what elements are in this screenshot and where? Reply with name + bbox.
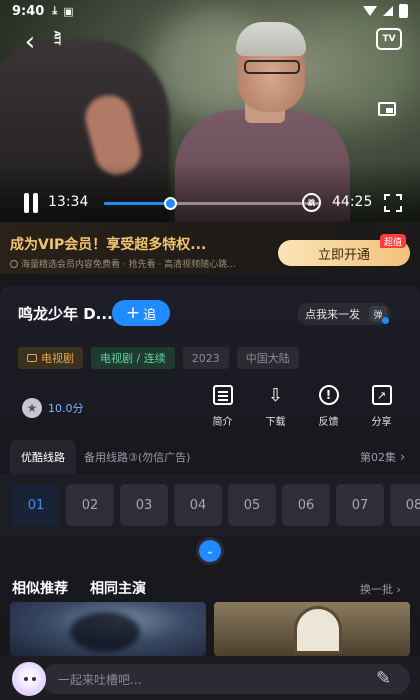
vip-title: 成为VIP会员！享受超多特权...	[10, 237, 207, 253]
share-icon: ↗	[371, 385, 392, 405]
episode-07[interactable]: 07	[336, 484, 384, 526]
gallery-icon: ▣	[63, 4, 74, 18]
tab-similar[interactable]: 相似推荐	[12, 578, 68, 598]
vip-badge: 超值	[380, 234, 407, 248]
chevron-right-icon: ›	[396, 583, 401, 596]
episode-04[interactable]: 04	[174, 484, 222, 526]
exclamation-icon: !	[318, 385, 339, 405]
show-title: 鸣龙少年 D...	[18, 305, 113, 323]
pause-button[interactable]	[22, 193, 40, 213]
episode-08[interactable]: 08	[390, 484, 420, 526]
tag-year: 2023	[182, 347, 229, 369]
avatar[interactable]	[12, 662, 46, 696]
vip-subtitle: 海量精选会员内容免费看 · 抢先看 · 高清视频随心跳...	[10, 257, 236, 270]
status-bar: 9:40 ⤓ ▣	[0, 0, 420, 22]
current-time: 13:34	[48, 194, 89, 210]
signal-icon	[383, 6, 393, 16]
episode-selector[interactable]: 第02集 ›	[360, 440, 405, 474]
follow-button[interactable]: + 追	[112, 300, 170, 326]
tag-genre[interactable]: 电视剧 / 连续	[91, 347, 175, 369]
plus-icon: +	[125, 302, 141, 323]
danmu-button[interactable]: 点我来一发 弹	[297, 303, 391, 325]
video-player[interactable]	[0, 0, 420, 222]
intro-button[interactable]: 简介	[196, 385, 249, 428]
wifi-icon	[363, 6, 377, 16]
recommend-thumbnail[interactable]	[10, 602, 206, 656]
star-icon: ★	[22, 398, 42, 418]
tag-list: 电视剧 电视剧 / 连续 2023 中国大陆	[18, 347, 299, 369]
clock-icon	[10, 260, 18, 268]
tag-region: 中国大陆	[236, 347, 299, 369]
share-button[interactable]: ↗ 分享	[355, 385, 408, 428]
danmu-icon[interactable]: 弹	[369, 306, 389, 324]
episode-06[interactable]: 06	[282, 484, 330, 526]
feedback-button[interactable]: ! 反馈	[302, 385, 355, 428]
chevron-right-icon: ›	[400, 449, 406, 465]
back-button[interactable]: ‹	[18, 29, 42, 55]
cloud-download-icon: ⇩	[267, 384, 284, 406]
cast-tv-button[interactable]: TV	[376, 28, 402, 50]
battery-icon	[399, 4, 408, 18]
status-time: 9:40	[12, 3, 45, 19]
tab-same-cast[interactable]: 相同主演	[90, 578, 146, 598]
progress-knob[interactable]	[163, 197, 177, 210]
tab-youku-line[interactable]: 优酷线路	[10, 440, 76, 474]
refresh-button[interactable]: 换一批 ›	[360, 581, 401, 597]
progress-fill	[104, 202, 170, 205]
pen-icon[interactable]: ✎	[376, 668, 391, 689]
action-bar: 简介 ⇩ 下载 ! 反馈 ↗ 分享	[196, 385, 408, 428]
source-line-tabs: 优酷线路 备用线路③(勿信广告) 第02集 ›	[10, 440, 420, 474]
total-time: 44:25	[332, 194, 373, 210]
comment-input[interactable]: 一起来吐槽吧...	[42, 664, 410, 694]
episode-03[interactable]: 03	[120, 484, 168, 526]
fullscreen-button[interactable]	[384, 194, 402, 212]
player-controls: 13:34 跳 44:25	[0, 190, 420, 216]
side-tag: ATT	[52, 30, 62, 45]
tv-icon	[27, 354, 37, 362]
recommend-thumbnail[interactable]	[214, 602, 410, 656]
progress-bar[interactable]	[104, 197, 320, 210]
episode-05[interactable]: 05	[228, 484, 276, 526]
picture-in-picture-button[interactable]	[378, 102, 396, 116]
rating[interactable]: ★ 10.0分	[22, 398, 84, 418]
skip-intro-button[interactable]: 跳	[302, 193, 321, 212]
episode-01[interactable]: 01	[12, 484, 60, 526]
tag-category: 电视剧	[18, 347, 83, 369]
tab-backup-line[interactable]: 备用线路③(勿信广告)	[84, 440, 190, 474]
rating-score: 10.0分	[48, 402, 84, 415]
expand-episodes-button[interactable]: ⌄	[199, 540, 221, 562]
document-icon	[212, 385, 233, 405]
episode-02[interactable]: 02	[66, 484, 114, 526]
download-icon: ⤓	[52, 4, 58, 17]
download-button[interactable]: ⇩ 下载	[249, 384, 302, 429]
episode-list: 01 02 03 04 05 06 07 08	[0, 474, 420, 536]
chevron-down-icon: ⌄	[205, 545, 215, 557]
